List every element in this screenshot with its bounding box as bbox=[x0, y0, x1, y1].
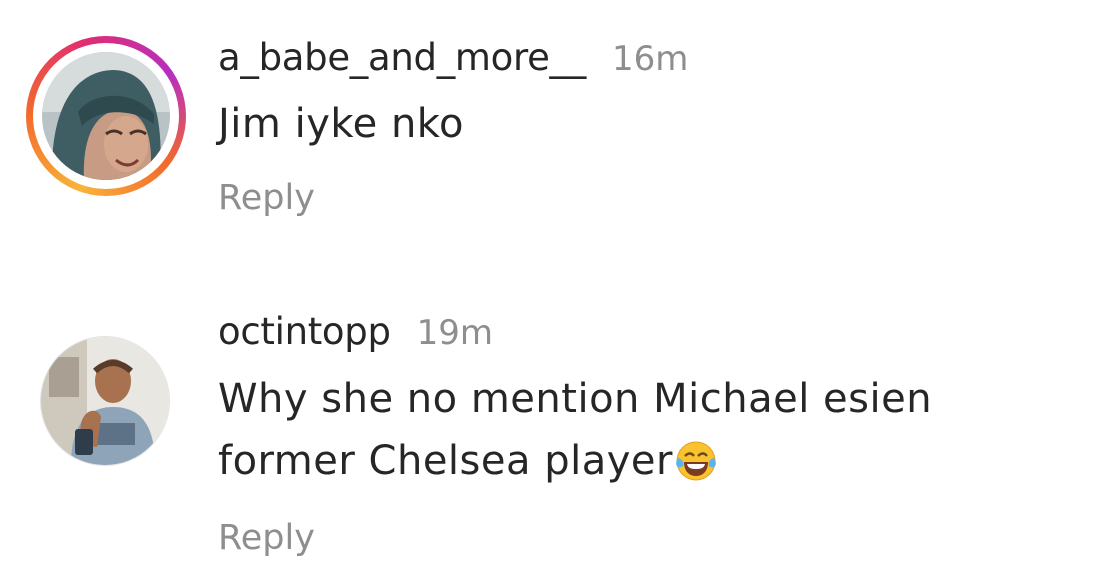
comment-item: octintopp 19m Why she no mention Michael… bbox=[0, 310, 1120, 580]
comment-meta: a_babe_and_more__ 16m bbox=[218, 36, 1080, 84]
comment-content: octintopp 19m Why she no mention Michael… bbox=[218, 310, 1080, 558]
avatar[interactable] bbox=[42, 52, 170, 180]
reply-button[interactable]: Reply bbox=[218, 518, 1080, 558]
username-link[interactable]: octintopp bbox=[218, 310, 391, 353]
comment-text-line-2: former Chelsea player bbox=[218, 438, 673, 484]
comment-text-line: former Chelsea player bbox=[218, 430, 1080, 500]
face-with-tears-of-joy-icon bbox=[675, 438, 717, 500]
avatar[interactable] bbox=[40, 336, 170, 466]
avatar-photo bbox=[42, 52, 170, 180]
reply-button[interactable]: Reply bbox=[218, 178, 1080, 218]
comment-text: Why she no mention Michael esien former … bbox=[218, 368, 1080, 500]
comment-text-line: Why she no mention Michael esien bbox=[218, 376, 933, 422]
comment-text: Jim iyke nko bbox=[218, 101, 464, 147]
comments-list: a_babe_and_more__ 16m Jim iyke nko Reply bbox=[0, 0, 1120, 588]
timestamp: 19m bbox=[416, 313, 494, 353]
comment-meta: octintopp 19m bbox=[218, 310, 1080, 358]
comment-item: a_babe_and_more__ 16m Jim iyke nko Reply bbox=[0, 36, 1120, 256]
timestamp: 16m bbox=[611, 39, 689, 79]
username-link[interactable]: a_babe_and_more__ bbox=[218, 36, 586, 79]
comment-content: a_babe_and_more__ 16m Jim iyke nko Reply bbox=[218, 36, 1080, 218]
avatar-photo bbox=[41, 337, 169, 465]
avatar-story-ring[interactable] bbox=[26, 36, 186, 196]
story-ring bbox=[26, 36, 186, 196]
